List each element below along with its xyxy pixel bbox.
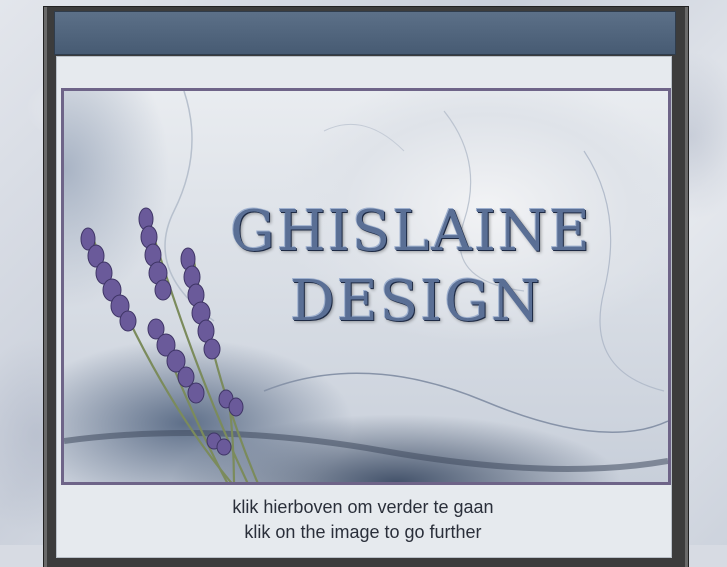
header-bar (54, 11, 676, 55)
caption-english: klik on the image to go further (244, 522, 482, 542)
banner-title-line1: GHISLAINE (230, 199, 592, 264)
caption-dutch: klik hierboven om verder te gaan (232, 497, 494, 517)
banner-title-line2: DESIGN (290, 269, 542, 334)
banner-image-link[interactable]: GHISLAINE DESIGN (61, 88, 671, 485)
